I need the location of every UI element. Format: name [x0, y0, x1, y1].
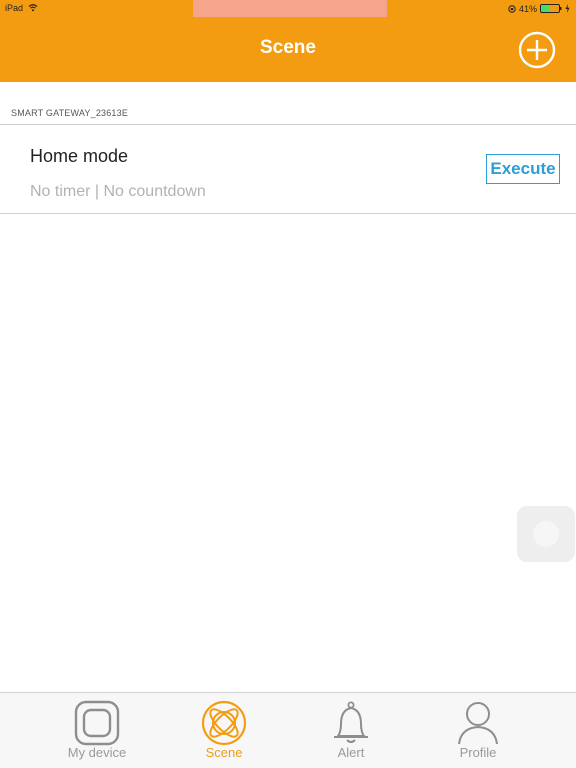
battery-percent: 41%	[518, 3, 537, 14]
scene-schedule: No timer | No countdown	[30, 183, 206, 200]
bell-icon	[334, 701, 368, 743]
divider	[0, 213, 576, 214]
tab-bar: My device Scene Alert Profile	[0, 692, 576, 768]
tab-label: Scene	[205, 745, 243, 760]
status-bar: iPad 41%	[0, 0, 576, 18]
scene-name: Home mode	[30, 146, 129, 166]
tab-my-device[interactable]: My device	[47, 693, 147, 768]
tab-alert[interactable]: Alert	[301, 693, 401, 768]
page-title: Scene	[260, 37, 316, 58]
divider	[0, 124, 576, 125]
execute-button[interactable]: Execute	[486, 154, 560, 184]
status-banner	[193, 0, 387, 17]
person-icon	[458, 702, 498, 745]
assistive-touch-button[interactable]	[517, 506, 575, 562]
tab-profile[interactable]: Profile	[428, 693, 528, 768]
battery-group: 41%	[508, 3, 570, 14]
tab-scene[interactable]: Scene	[174, 693, 274, 768]
scene-screen: iPad 41% Scene SMART GATEWAY_23613E Home…	[0, 0, 576, 768]
add-scene-button[interactable]	[518, 31, 556, 69]
scene-row[interactable]: Home mode No timer | No countdown Execut…	[0, 126, 576, 214]
charging-icon	[565, 4, 570, 13]
gateway-section-header: SMART GATEWAY_23613E	[11, 108, 129, 118]
tab-label: My device	[67, 745, 127, 760]
wifi-icon	[28, 4, 38, 12]
header-bar: iPad 41% Scene	[0, 0, 576, 82]
battery-icon	[540, 4, 562, 13]
assistive-touch-icon	[533, 521, 559, 547]
device-icon	[74, 700, 120, 746]
tab-label: Profile	[459, 745, 497, 760]
orientation-lock-icon	[508, 4, 516, 13]
carrier-label: iPad	[5, 3, 24, 13]
tab-label: Alert	[337, 745, 365, 760]
scene-icon	[201, 700, 247, 746]
